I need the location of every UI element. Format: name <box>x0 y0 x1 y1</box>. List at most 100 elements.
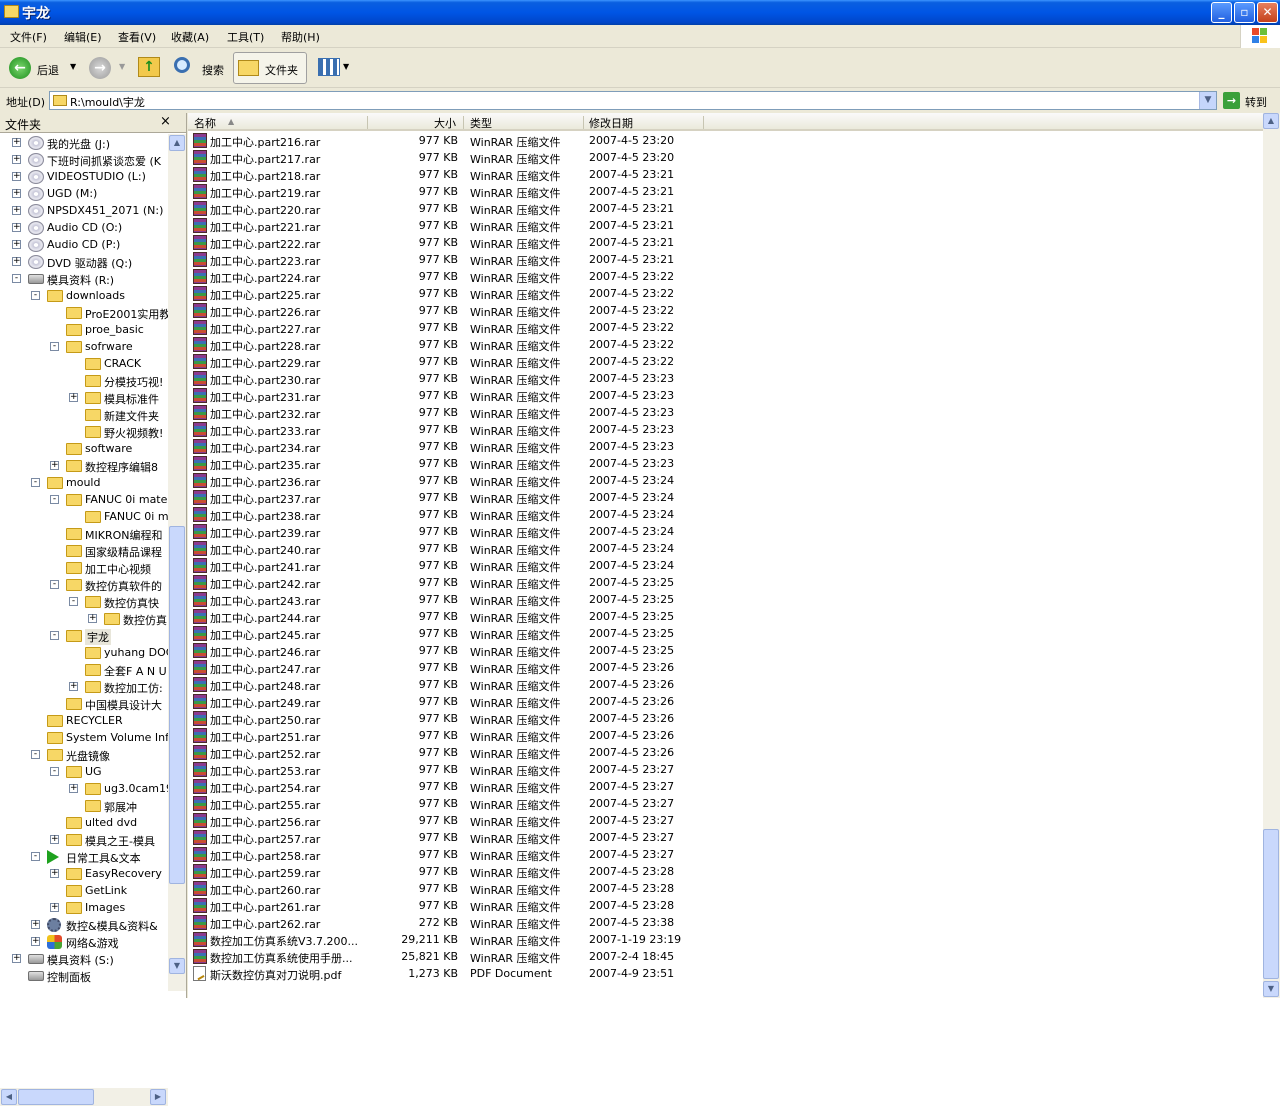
minimize-button[interactable]: _ <box>1211 2 1232 23</box>
file-row[interactable]: 加工中心.part216.rar 977 KB WinRAR 压缩文件 2007-4-… <box>188 132 1263 149</box>
tree-item[interactable]: 加工中心视频 <box>0 559 168 576</box>
scroll-down-button[interactable]: ▼ <box>169 958 185 974</box>
file-row[interactable]: 加工中心.part247.rar 977 KB WinRAR 压缩文件 2007-4-… <box>188 659 1263 676</box>
expand-icon[interactable]: + <box>31 937 40 946</box>
tree-item[interactable]: ulted dvd <box>0 814 168 831</box>
column-divider[interactable] <box>583 116 584 129</box>
file-row[interactable]: 加工中心.part233.rar 977 KB WinRAR 压缩文件 2007-4-… <box>188 421 1263 438</box>
file-row[interactable]: 加工中心.part248.rar 977 KB WinRAR 压缩文件 2007-4-… <box>188 676 1263 693</box>
expand-icon[interactable]: + <box>12 189 21 198</box>
title-bar[interactable]: 宇龙 _ ▫ ✕ <box>0 0 1280 25</box>
file-row[interactable]: 加工中心.part259.rar 977 KB WinRAR 压缩文件 2007-4-… <box>188 863 1263 880</box>
file-row[interactable]: 加工中心.part246.rar 977 KB WinRAR 压缩文件 2007-4-… <box>188 642 1263 659</box>
column-name[interactable]: 名称 <box>194 115 216 131</box>
column-divider[interactable] <box>367 116 368 129</box>
tree-item[interactable]: + ug3.0cam19( <box>0 780 168 797</box>
file-row[interactable]: 加工中心.part217.rar 977 KB WinRAR 压缩文件 2007-4-… <box>188 149 1263 166</box>
tree-item[interactable]: ProE2001实用教 <box>0 304 168 321</box>
tree-item[interactable]: yuhang DOC <box>0 644 168 661</box>
tree-item[interactable]: - sofrware <box>0 338 168 355</box>
file-row[interactable]: 加工中心.part251.rar 977 KB WinRAR 压缩文件 2007-4-… <box>188 727 1263 744</box>
expand-icon[interactable]: + <box>12 240 21 249</box>
tree-item[interactable]: - 数控仿真快 <box>0 593 168 610</box>
file-row[interactable]: 加工中心.part249.rar 977 KB WinRAR 压缩文件 2007-4-… <box>188 693 1263 710</box>
tree-item[interactable]: + Audio CD (P:) <box>0 236 168 253</box>
tree-item[interactable]: proe_basic <box>0 321 168 338</box>
expand-icon[interactable]: + <box>12 172 21 181</box>
tree-item[interactable]: - mould <box>0 474 168 491</box>
tree-item[interactable]: + 数控加工仿: <box>0 678 168 695</box>
file-row[interactable]: 加工中心.part242.rar 977 KB WinRAR 压缩文件 2007-4-… <box>188 574 1263 591</box>
menu-edit[interactable]: 编辑(E) <box>64 29 102 45</box>
collapse-icon[interactable]: - <box>31 852 40 861</box>
scroll-left-button[interactable]: ◀ <box>1 1089 17 1105</box>
tree-item[interactable]: - FANUC 0i mate T <box>0 491 168 508</box>
scroll-right-button[interactable]: ▶ <box>150 1089 166 1105</box>
file-row[interactable]: 加工中心.part260.rar 977 KB WinRAR 压缩文件 2007-4-… <box>188 880 1263 897</box>
list-vertical-scrollbar[interactable]: ▲ ▼ <box>1263 113 1280 998</box>
tree-item[interactable]: FANUC 0i ma <box>0 508 168 525</box>
expand-icon[interactable]: + <box>12 206 21 215</box>
tree-item[interactable]: + EasyRecovery <box>0 865 168 882</box>
expand-icon[interactable]: + <box>69 784 78 793</box>
tree-item[interactable]: software <box>0 440 168 457</box>
tree-item[interactable]: - 光盘镜像 <box>0 746 168 763</box>
collapse-icon[interactable]: - <box>69 597 78 606</box>
file-row[interactable]: 加工中心.part240.rar 977 KB WinRAR 压缩文件 2007-4-… <box>188 540 1263 557</box>
tree-item[interactable]: + 模具之王-模具 <box>0 831 168 848</box>
list-scroll-thumb[interactable] <box>1263 829 1279 979</box>
menu-file[interactable]: 文件(F) <box>10 29 47 45</box>
expand-icon[interactable]: + <box>12 138 21 147</box>
file-row[interactable]: 加工中心.part219.rar 977 KB WinRAR 压缩文件 2007-4-… <box>188 183 1263 200</box>
collapse-icon[interactable]: - <box>31 750 40 759</box>
file-row[interactable]: 加工中心.part239.rar 977 KB WinRAR 压缩文件 2007-4-… <box>188 523 1263 540</box>
tree-item[interactable]: + Images <box>0 899 168 916</box>
file-row[interactable]: 加工中心.part218.rar 977 KB WinRAR 压缩文件 2007-4-… <box>188 166 1263 183</box>
collapse-icon[interactable]: - <box>50 767 59 776</box>
close-button[interactable]: ✕ <box>1257 2 1278 23</box>
file-row[interactable]: 加工中心.part223.rar 977 KB WinRAR 压缩文件 2007-4-… <box>188 251 1263 268</box>
file-row[interactable]: 加工中心.part234.rar 977 KB WinRAR 压缩文件 2007-4-… <box>188 438 1263 455</box>
tree-item[interactable]: - 数控仿真软件的 <box>0 576 168 593</box>
go-button[interactable]: → 转到 <box>1222 91 1278 110</box>
maximize-button[interactable]: ▫ <box>1234 2 1255 23</box>
tree-item[interactable]: + 模具标准件 <box>0 389 168 406</box>
file-row[interactable]: 加工中心.part253.rar 977 KB WinRAR 压缩文件 2007-4-… <box>188 761 1263 778</box>
collapse-icon[interactable]: - <box>50 580 59 589</box>
file-row[interactable]: 加工中心.part231.rar 977 KB WinRAR 压缩文件 2007-4-… <box>188 387 1263 404</box>
back-button[interactable]: ← 后退 ▼ <box>4 52 84 84</box>
file-row[interactable]: 加工中心.part221.rar 977 KB WinRAR 压缩文件 2007-4-… <box>188 217 1263 234</box>
tree-item[interactable]: 国家级精品课程 <box>0 542 168 559</box>
expand-icon[interactable]: + <box>12 155 21 164</box>
file-row[interactable]: 加工中心.part241.rar 977 KB WinRAR 压缩文件 2007-4-… <box>188 557 1263 574</box>
file-row[interactable]: 加工中心.part256.rar 977 KB WinRAR 压缩文件 2007-4-… <box>188 812 1263 829</box>
file-row[interactable]: 加工中心.part238.rar 977 KB WinRAR 压缩文件 2007-4-… <box>188 506 1263 523</box>
menu-help[interactable]: 帮助(H) <box>281 29 320 45</box>
file-row[interactable]: 加工中心.part232.rar 977 KB WinRAR 压缩文件 2007-4-… <box>188 404 1263 421</box>
folders-pane-close-button[interactable]: × <box>160 114 171 129</box>
tree-item[interactable]: + VIDEOSTUDIO (L:) <box>0 168 168 185</box>
file-row[interactable]: 加工中心.part228.rar 977 KB WinRAR 压缩文件 2007-4-… <box>188 336 1263 353</box>
tree-item[interactable]: 新建文件夹 <box>0 406 168 423</box>
file-row[interactable]: 加工中心.part225.rar 977 KB WinRAR 压缩文件 2007-4-… <box>188 285 1263 302</box>
tree-item[interactable]: + UGD (M:) <box>0 185 168 202</box>
file-row[interactable]: 加工中心.part227.rar 977 KB WinRAR 压缩文件 2007-4-… <box>188 319 1263 336</box>
menu-tools[interactable]: 工具(T) <box>227 29 264 45</box>
expand-icon[interactable]: + <box>12 223 21 232</box>
collapse-icon[interactable]: - <box>50 495 59 504</box>
tree-item[interactable]: 全套F A N U <box>0 661 168 678</box>
tree-item[interactable]: GetLink <box>0 882 168 899</box>
search-button[interactable]: 搜索 <box>170 52 230 84</box>
collapse-icon[interactable]: - <box>50 342 59 351</box>
tree-item[interactable]: + DVD 驱动器 (Q:) <box>0 253 168 270</box>
tree-item[interactable]: 郭展冲 <box>0 797 168 814</box>
file-row[interactable]: 加工中心.part250.rar 977 KB WinRAR 压缩文件 2007-4-… <box>188 710 1263 727</box>
scroll-down-button[interactable]: ▼ <box>1263 981 1279 997</box>
expand-icon[interactable]: + <box>12 257 21 266</box>
tree-item[interactable]: - downloads <box>0 287 168 304</box>
tree-item[interactable]: 野火视频教! <box>0 423 168 440</box>
up-folder-button[interactable]: ↑ <box>134 52 164 84</box>
tree-item[interactable]: RECYCLER <box>0 712 168 729</box>
scroll-up-button[interactable]: ▲ <box>169 135 185 151</box>
file-row[interactable]: 加工中心.part229.rar 977 KB WinRAR 压缩文件 2007-4-… <box>188 353 1263 370</box>
